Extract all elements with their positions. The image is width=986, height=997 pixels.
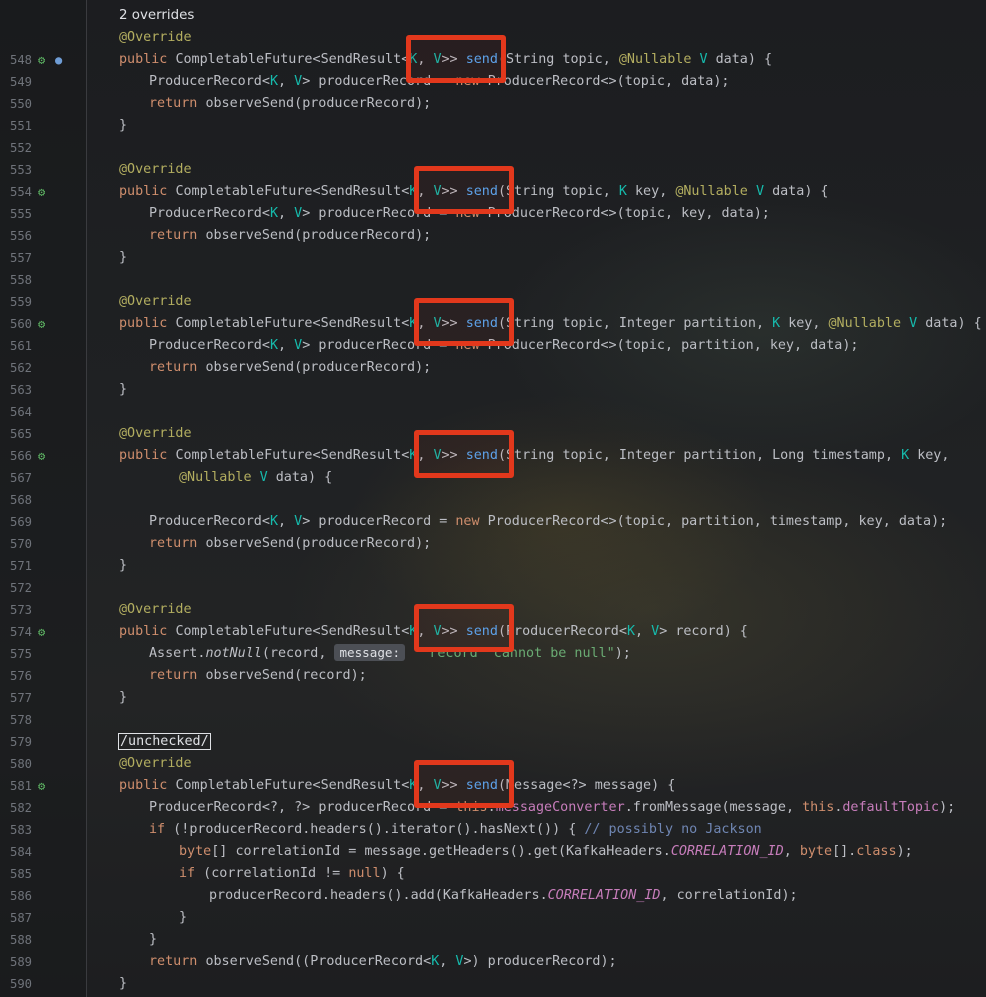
code-text: return observeSend(producerRecord); — [149, 536, 432, 551]
code-line[interactable]: 584 if (!producerRecord.headers().iterat… — [0, 819, 986, 859]
code-text: return observeSend((ProducerRecord<K, V>… — [149, 954, 617, 969]
overrides-hint[interactable]: 2 overrides — [119, 5, 194, 27]
code-line[interactable]: 587 producerRecord.headers().add(KafkaHe… — [0, 885, 986, 925]
code-line[interactable]: 589 } — [0, 929, 986, 969]
code-text: } — [149, 932, 158, 947]
code-line[interactable]: 553 — [0, 137, 986, 177]
code-text: @Override — [119, 756, 192, 771]
code-text: public CompletableFuture<SendResult<K, V… — [119, 778, 676, 793]
code-text: Assert.notNull(record, message: "'record… — [149, 644, 631, 661]
code-text: @Override — [119, 602, 192, 617]
code-line[interactable]: 569 — [0, 489, 986, 529]
override-icon[interactable]: ⚙ — [38, 185, 52, 199]
inlay-hint-line: 2 overrides — [0, 5, 986, 27]
code-text: @Nullable V data) { — [179, 470, 333, 485]
code-text: @Override — [119, 294, 192, 309]
code-line[interactable]: 580 /unchecked/ — [0, 731, 986, 771]
code-line[interactable]: 588 } — [0, 907, 986, 947]
code-line[interactable]: 559 — [0, 269, 986, 309]
code-line[interactable]: 552 } — [0, 115, 986, 155]
code-text: } — [179, 910, 188, 925]
code-line[interactable]: 557 return observeSend(producerRecord); — [0, 225, 986, 265]
code-line[interactable]: 573 — [0, 577, 986, 617]
code-text: return observeSend(producerRecord); — [149, 96, 432, 111]
parameter-hint: message: — [334, 644, 406, 661]
code-line[interactable]: 565 — [0, 401, 986, 441]
code-text: @Override — [119, 426, 192, 441]
code-text: } — [119, 558, 128, 573]
code-editor[interactable]: 2 overrides 548 @Override 549 ⚙ ● public… — [0, 0, 986, 997]
code-text: return observeSend(producerRecord); — [149, 360, 432, 375]
code-text: if (!producerRecord.headers().iterator()… — [149, 822, 762, 837]
code-line[interactable]: 572 } — [0, 555, 986, 595]
code-text: } — [119, 118, 128, 133]
code-line[interactable]: 591 } — [0, 973, 986, 995]
code-line[interactable]: 571 return observeSend(producerRecord); — [0, 533, 986, 573]
code-text: } — [119, 382, 128, 397]
override-icon[interactable]: ⚙ — [38, 779, 52, 793]
highlight-box — [414, 760, 514, 808]
code-text: if (correlationId != null) { — [179, 866, 405, 881]
highlight-box — [406, 35, 506, 83]
code-text: /unchecked/ — [118, 731, 211, 753]
code-text: ProducerRecord<K, V> producerRecord = ne… — [149, 514, 948, 529]
code-text: } — [119, 976, 128, 991]
override-icon[interactable]: ⚙ — [38, 53, 52, 67]
code-text: public CompletableFuture<SendResult<K, V… — [119, 448, 950, 463]
implementation-icon[interactable]: ● — [55, 53, 69, 67]
highlight-box — [414, 166, 514, 214]
override-icon[interactable]: ⚙ — [38, 625, 52, 639]
override-icon[interactable]: ⚙ — [38, 449, 52, 463]
code-text: @Override — [119, 162, 192, 177]
code-text: public CompletableFuture<SendResult<K, V… — [119, 316, 982, 331]
highlight-box — [414, 604, 514, 652]
code-text: return observeSend(record); — [149, 668, 367, 683]
code-line[interactable]: 590 return observeSend((ProducerRecord<K… — [0, 951, 986, 991]
code-text: return observeSend(producerRecord); — [149, 228, 432, 243]
code-line[interactable]: 570 ProducerRecord<K, V> producerRecord … — [0, 511, 986, 551]
code-text: producerRecord.headers().add(KafkaHeader… — [209, 888, 798, 903]
suppress-warning-comment[interactable]: /unchecked/ — [118, 733, 211, 750]
code-text: byte[] correlationId = message.getHeader… — [179, 844, 913, 859]
code-text: ProducerRecord<?, ?> producerRecord = th… — [149, 800, 956, 815]
code-line[interactable]: 564 } — [0, 379, 986, 419]
code-line[interactable]: 579 — [0, 709, 986, 749]
code-text: } — [119, 690, 128, 705]
code-line[interactable]: 578 } — [0, 687, 986, 727]
override-icon[interactable]: ⚙ — [38, 317, 52, 331]
code-line[interactable]: 563 return observeSend(producerRecord); — [0, 357, 986, 397]
code-line[interactable]: 586 if (correlationId != null) { — [0, 863, 986, 903]
code-line[interactable]: 551 return observeSend(producerRecord); — [0, 93, 986, 133]
highlight-box — [414, 430, 514, 478]
code-text: @Override — [119, 30, 192, 45]
code-line[interactable]: 558 } — [0, 247, 986, 287]
code-text: } — [119, 250, 128, 265]
highlight-box — [414, 298, 514, 346]
code-line[interactable]: 577 return observeSend(record); — [0, 665, 986, 705]
code-line[interactable]: 585 byte[] correlationId = message.getHe… — [0, 841, 986, 881]
